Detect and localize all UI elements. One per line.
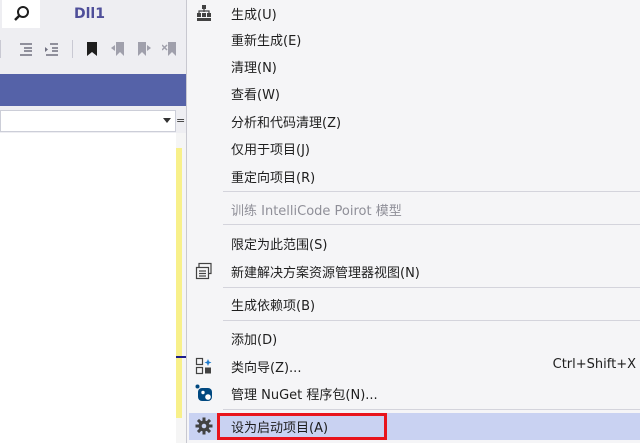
menu-item-label: 添加(D) <box>231 333 278 348</box>
previous-bookmark-icon[interactable] <box>110 41 126 57</box>
menu-separator <box>223 224 640 225</box>
search-button[interactable] <box>2 0 40 28</box>
menu-item-manage-nuget[interactable]: 管理 NuGet 程序包(N)... <box>189 380 640 407</box>
menu-item-label: 训练 IntelliCode Poirot 模型 <box>231 204 402 219</box>
ide-window: Dll1 = <box>0 0 186 443</box>
menu-separator <box>223 409 640 410</box>
menu-item-class-wizard[interactable]: 类向导(Z)... Ctrl+Shift+X <box>189 353 640 380</box>
project-context-menu: 生成(U) 重新生成(E) 清理(N) 查看(W) 分析和代码清理(Z) 仅用于… <box>186 0 640 443</box>
navigation-dropdown[interactable] <box>0 110 176 132</box>
menu-item-label: 新建解决方案资源管理器视图(N) <box>231 266 420 281</box>
menu-item-label: 生成依赖项(B) <box>231 299 316 314</box>
menu-separator <box>223 287 640 288</box>
menu-item-add[interactable]: 添加(D) <box>189 325 640 352</box>
nuget-icon <box>195 384 213 402</box>
menu-item-shortcut: Ctrl+Shift+X <box>552 357 636 372</box>
menu-item-view[interactable]: 查看(W) <box>189 80 640 107</box>
class-wizard-icon <box>195 357 213 375</box>
toolbar-separator <box>72 40 73 58</box>
toolbar-separator <box>0 40 1 58</box>
next-bookmark-icon[interactable] <box>136 41 152 57</box>
increase-indent-icon[interactable] <box>44 41 60 57</box>
menu-item-clean[interactable]: 清理(N) <box>189 53 640 80</box>
menu-item-label: 生成(U) <box>231 8 277 23</box>
menu-item-build[interactable]: 生成(U) <box>189 0 640 27</box>
code-editor[interactable] <box>0 133 177 443</box>
menu-item-label: 限定为此范围(S) <box>231 238 328 253</box>
menu-separator <box>223 191 640 192</box>
menu-item-label: 管理 NuGet 程序包(N)... <box>231 388 378 403</box>
menu-separator <box>223 320 640 321</box>
menu-item-project-only[interactable]: 仅用于项目(J) <box>189 135 640 162</box>
menu-item-build-dependencies[interactable]: 生成依赖项(B) <box>189 291 640 318</box>
menu-item-analyze-cleanup[interactable]: 分析和代码清理(Z) <box>189 108 640 135</box>
new-window-icon <box>195 262 213 280</box>
menu-item-retarget[interactable]: 重定向项目(R) <box>189 163 640 190</box>
unsaved-change-marker <box>176 148 182 418</box>
title-bar: Dll1 <box>0 0 186 32</box>
chevron-down-icon <box>163 118 171 123</box>
menu-item-label: 分析和代码清理(Z) <box>231 116 342 131</box>
search-icon <box>14 6 29 21</box>
menu-item-label: 查看(W) <box>231 88 280 103</box>
menu-item-rebuild[interactable]: 重新生成(E) <box>189 26 640 53</box>
gear-icon <box>195 417 213 435</box>
bookmark-icon[interactable] <box>84 41 100 57</box>
menu-item-label: 重新生成(E) <box>231 34 302 49</box>
menu-item-label: 类向导(Z)... <box>231 361 302 376</box>
editor-toolbar <box>0 32 186 66</box>
split-toggle[interactable]: = <box>176 114 186 128</box>
document-tab-well <box>0 74 186 106</box>
menu-item-train-intellicode: 训练 IntelliCode Poirot 模型 <box>189 196 640 223</box>
build-icon <box>195 4 213 22</box>
menu-item-label: 重定向项目(R) <box>231 171 316 186</box>
menu-item-scope-to-this[interactable]: 限定为此范围(S) <box>189 230 640 257</box>
solution-title: Dll1 <box>74 6 105 22</box>
menu-item-set-as-startup[interactable]: 设为启动项目(A) <box>189 413 640 440</box>
clear-bookmarks-icon[interactable] <box>162 41 178 57</box>
menu-item-new-solution-view[interactable]: 新建解决方案资源管理器视图(N) <box>189 258 640 285</box>
caret-position-marker <box>176 356 186 358</box>
menu-item-label: 仅用于项目(J) <box>231 143 310 158</box>
menu-item-label: 设为启动项目(A) <box>231 421 329 436</box>
decrease-indent-icon[interactable] <box>18 41 34 57</box>
menu-item-label: 清理(N) <box>231 61 277 76</box>
